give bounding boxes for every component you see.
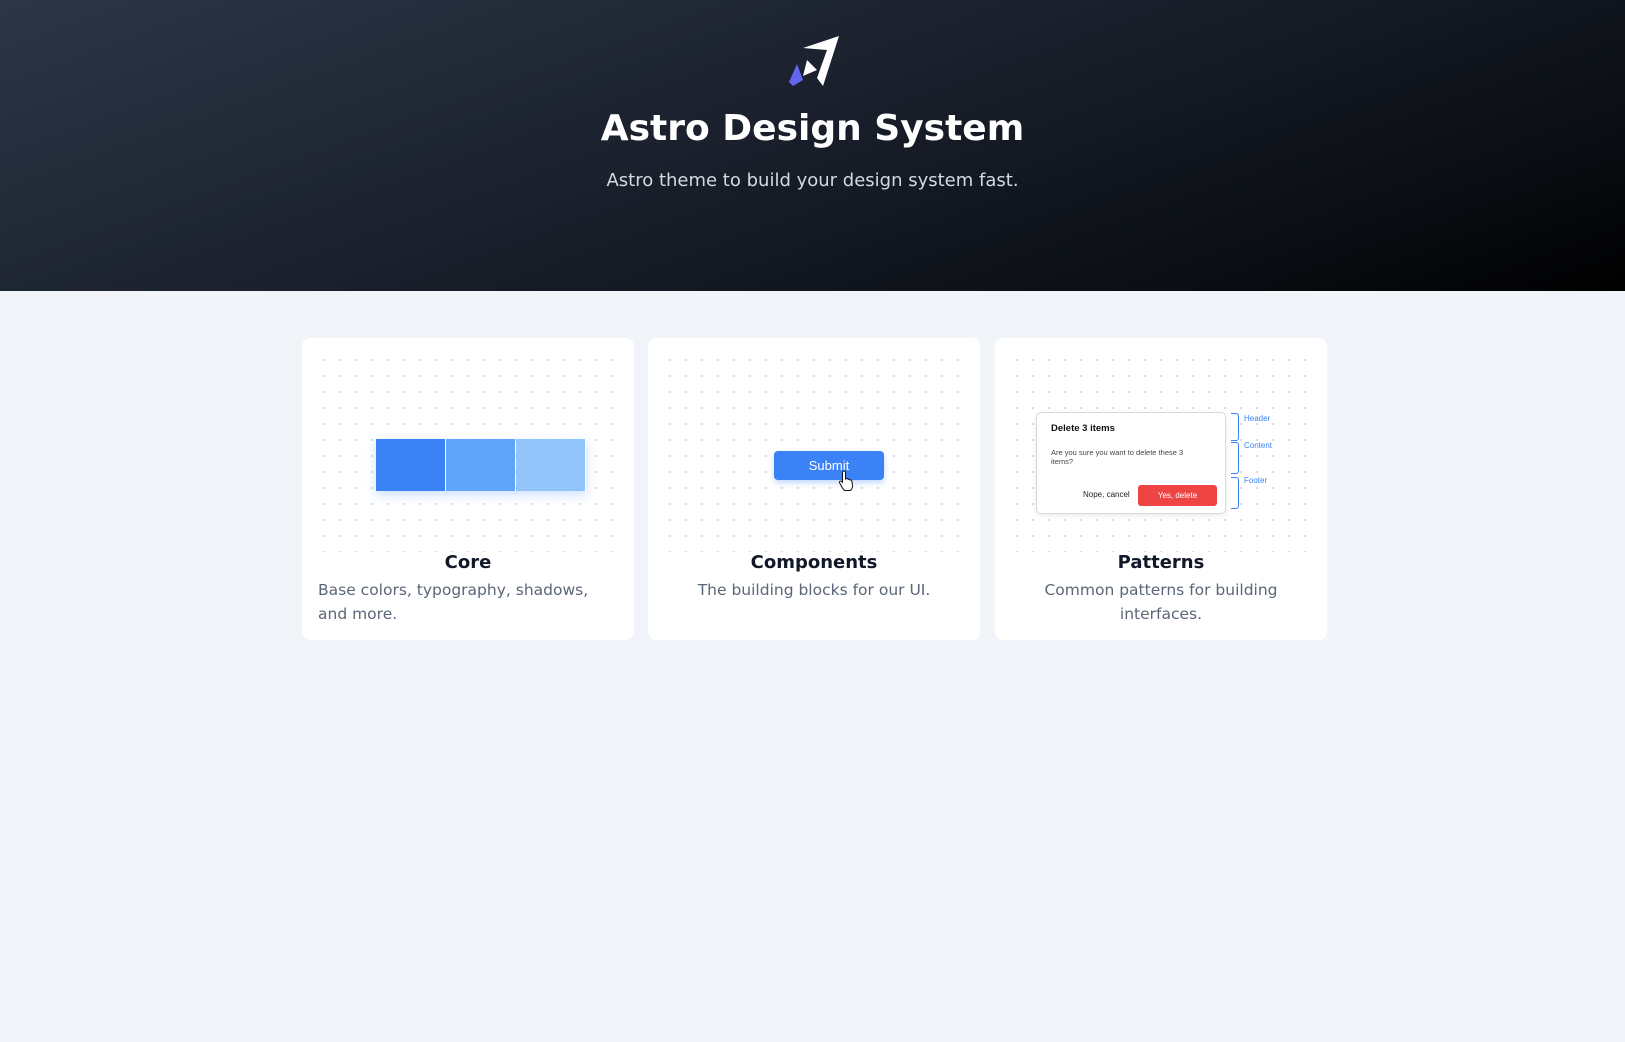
card-description: The building blocks for our UI. [697, 581, 931, 599]
card-title: Patterns [1117, 552, 1205, 573]
dialog-title: Delete 3 items [1051, 423, 1115, 434]
header-bracket [1231, 413, 1239, 441]
card-core[interactable]: Core Base colors, typography, shadows, a… [302, 338, 634, 640]
header-annotation: Header [1244, 414, 1271, 423]
swatch-primary [376, 439, 445, 491]
card-title: Components [750, 552, 878, 573]
dialog-confirm-button[interactable]: Yes, delete [1138, 485, 1217, 506]
footer-bracket [1231, 477, 1239, 509]
swatch-tertiary [516, 439, 585, 491]
content-annotation: Content [1244, 441, 1273, 450]
page-subtitle: Astro theme to build your design system … [606, 170, 1019, 191]
card-patterns[interactable]: Delete 3 items Are you sure you want to … [995, 338, 1327, 640]
swatch-secondary [446, 439, 515, 491]
pointer-hand-icon [838, 470, 854, 491]
dialog-example: Delete 3 items Are you sure you want to … [1036, 412, 1226, 514]
astro-rocket-icon[interactable] [783, 34, 839, 90]
hero-banner: Astro Design System Astro theme to build… [0, 0, 1625, 291]
card-description: Common patterns for building interfaces. [1044, 581, 1278, 623]
patterns-preview: Delete 3 items Are you sure you want to … [1009, 352, 1313, 552]
card-description: Base colors, typography, shadows, and mo… [318, 581, 589, 623]
components-preview: Submit [662, 352, 966, 552]
card-title: Core [444, 552, 492, 573]
card-components[interactable]: Submit Components The building blocks fo… [648, 338, 980, 640]
dialog-body: Are you sure you want to delete these 3 … [1051, 448, 1184, 466]
color-swatches [376, 439, 586, 491]
content-bracket [1231, 442, 1239, 474]
page-title: Astro Design System [600, 108, 1025, 149]
submit-button[interactable]: Submit [774, 451, 884, 480]
footer-annotation: Footer [1244, 476, 1268, 485]
dialog-cancel-button[interactable]: Nope, cancel [1077, 486, 1136, 503]
core-preview [316, 352, 620, 552]
